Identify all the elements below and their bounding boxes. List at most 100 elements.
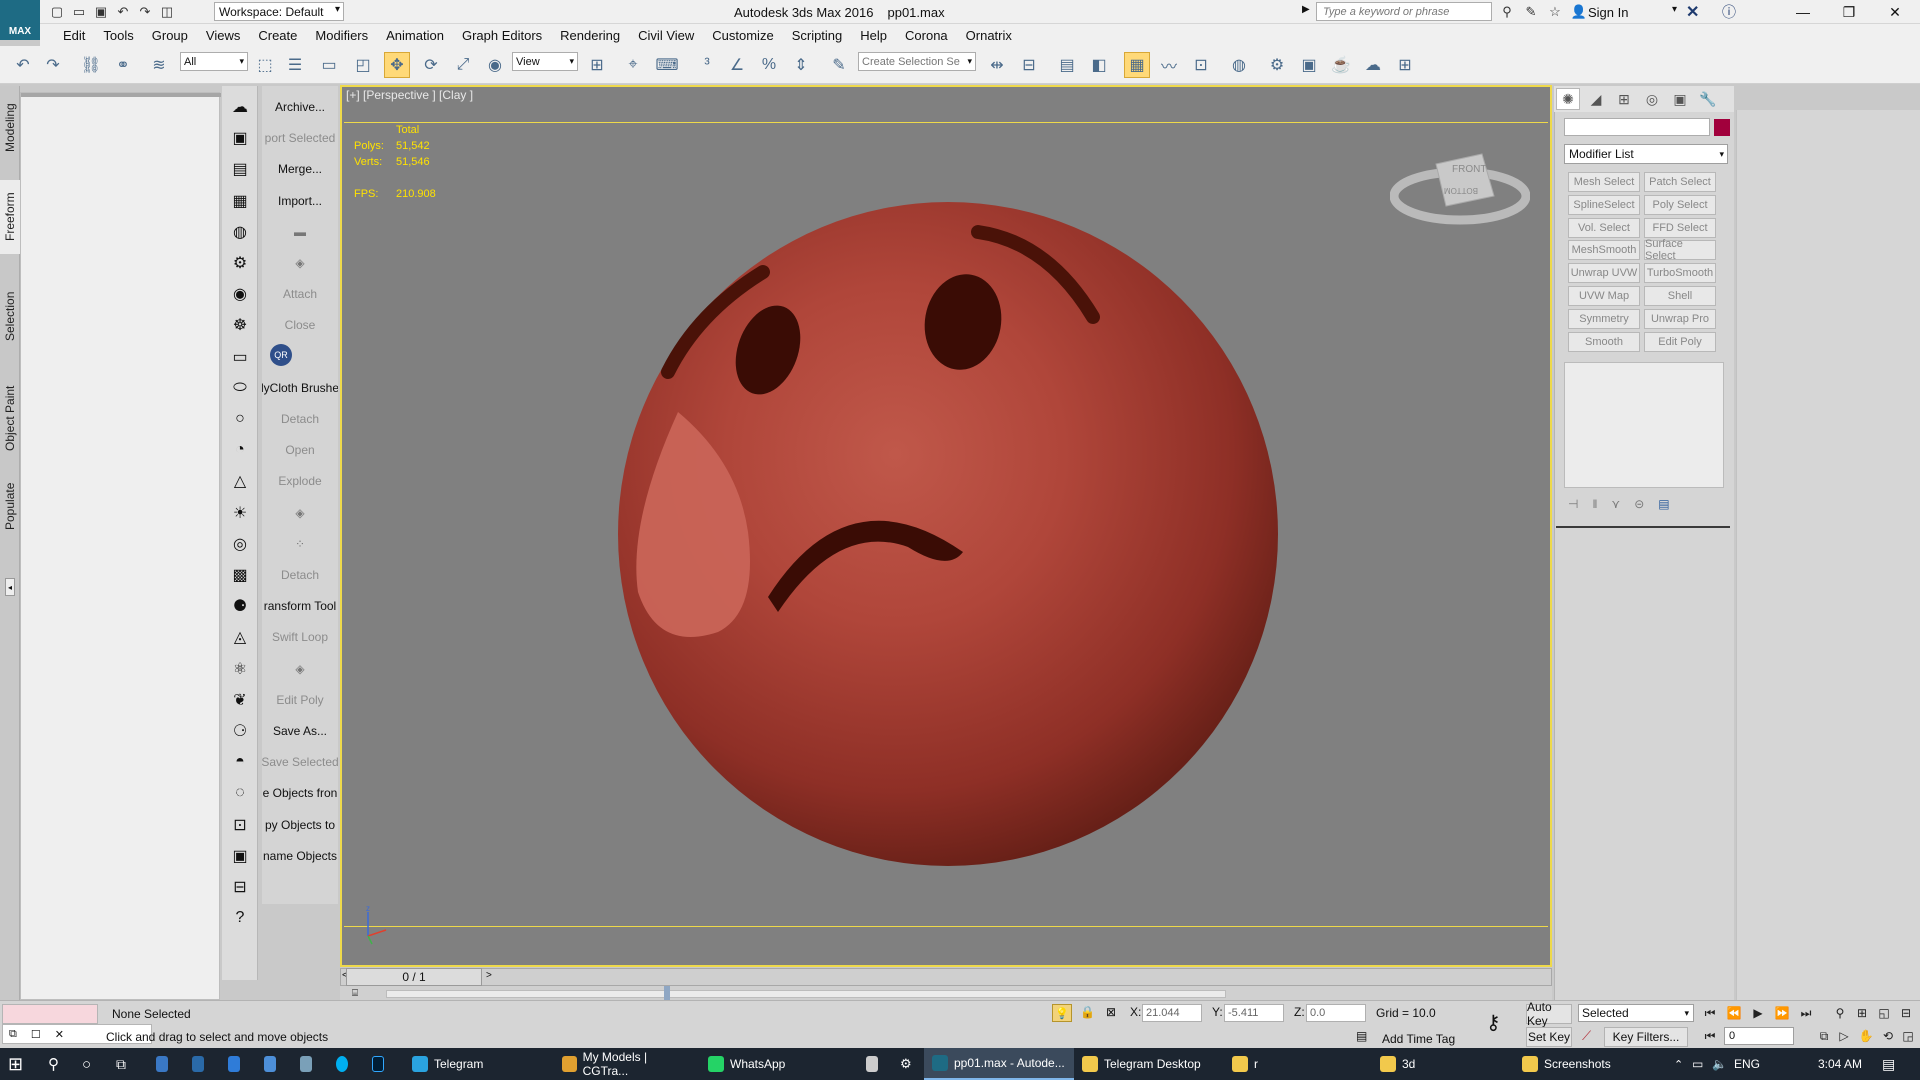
hierarchy-tab-icon[interactable]: ⊞ <box>1612 88 1636 110</box>
help-icon[interactable]: ⓘ <box>1722 2 1736 22</box>
mirror-icon[interactable]: ⇹ <box>984 52 1010 78</box>
clock[interactable]: 3:04 AM <box>1818 1048 1862 1080</box>
cortana-icon[interactable]: ○ <box>74 1048 108 1080</box>
copy-icon[interactable]: ⧉ <box>9 1028 17 1041</box>
x-coord-field[interactable]: 21.044 <box>1142 1004 1202 1022</box>
object-name-field[interactable] <box>1564 118 1710 136</box>
spinner-snap-icon[interactable]: ⇕ <box>788 52 814 78</box>
y-coord-field[interactable]: -5.411 <box>1224 1004 1284 1022</box>
set-key-button[interactable]: Set Key <box>1526 1027 1572 1047</box>
modifier-patch-select-button[interactable]: Patch Select <box>1644 172 1716 192</box>
next-frame-icon[interactable]: > <box>486 970 492 981</box>
modifier-meshsmooth-button[interactable]: MeshSmooth <box>1568 240 1640 261</box>
time-slider[interactable]: 0 / 1 <box>346 968 482 986</box>
command-py-objects-to[interactable]: py Objects to <box>262 812 338 838</box>
mesh-icon[interactable]: ▩ <box>226 562 254 588</box>
align-icon[interactable]: ⊟ <box>1016 52 1042 78</box>
render-iterative-icon[interactable]: ☁ <box>1360 52 1386 78</box>
rectangle-icon[interactable]: ▭ <box>226 344 254 370</box>
go-to-start-icon[interactable]: ⏮ <box>1700 1004 1720 1022</box>
menu-civil-view[interactable]: Civil View <box>629 28 703 43</box>
photoshop-icon[interactable] <box>364 1048 392 1080</box>
maxscript-listener-mini[interactable] <box>2 1004 98 1024</box>
taskbar-app-telegram[interactable]: Telegram <box>404 1048 544 1080</box>
modifier-vol-select-button[interactable]: Vol. Select <box>1568 217 1640 238</box>
command-detach[interactable]: Detach <box>262 406 338 432</box>
modifier-smooth-button[interactable]: Smooth <box>1568 331 1640 352</box>
panel-icon[interactable]: ⊟ <box>226 874 254 900</box>
command-archive[interactable]: Archive... <box>262 94 338 120</box>
select-manipulate-icon[interactable]: ⌖ <box>620 52 646 78</box>
key-mode-toggle-icon[interactable]: ⏮ <box>1700 1027 1720 1045</box>
command-merge[interactable]: Merge... <box>262 156 338 182</box>
scene-explorer-icon[interactable]: ▤ <box>1054 52 1080 78</box>
exchange-x-icon[interactable]: ✕ <box>1686 2 1699 22</box>
key-set-selection-dropdown[interactable]: Selected ▾ <box>1578 1004 1694 1022</box>
modifier-unwrap-uvw-button[interactable]: Unwrap UVW <box>1568 263 1640 284</box>
track-bar-frame-marker[interactable] <box>664 986 670 1000</box>
command-name-objects[interactable]: name Objects <box>262 843 338 869</box>
app-logo[interactable]: MAX <box>0 0 40 40</box>
ribbon-tab-freeform[interactable]: Freeform <box>0 180 20 254</box>
curve-editor-icon[interactable]: 〰 <box>1156 52 1182 78</box>
absolute-mode-icon[interactable]: ⊠ <box>1106 1005 1116 1019</box>
modifier-symmetry-button[interactable]: Symmetry <box>1568 308 1640 329</box>
modifier-turbosmooth-button[interactable]: TurboSmooth <box>1644 263 1716 284</box>
current-frame-field[interactable]: 0 <box>1724 1027 1794 1045</box>
material-editor-icon[interactable]: ◍ <box>1226 52 1252 78</box>
menu-views[interactable]: Views <box>197 28 249 43</box>
maximize-viewport-icon[interactable]: ◲ <box>1898 1027 1918 1045</box>
workspace-dropdown[interactable]: Workspace: Default ▾ <box>214 2 344 21</box>
command-lycloth-brushe[interactable]: lyCloth Brushe <box>262 375 338 401</box>
sign-in-link[interactable]: Sign In <box>1588 5 1628 20</box>
set-key-filter-icon[interactable]: ⚷ <box>1486 1010 1501 1035</box>
menu-modifiers[interactable]: Modifiers <box>306 28 377 43</box>
grid-icon[interactable]: ▦ <box>226 188 254 214</box>
render-setup-icon[interactable]: ⚙ <box>1264 52 1290 78</box>
command-explode[interactable]: Explode <box>262 468 338 494</box>
ribbon-tab-modeling[interactable]: Modeling <box>0 96 20 160</box>
skype-icon[interactable] <box>328 1048 356 1080</box>
modifier-splineselect-button[interactable]: SplineSelect <box>1568 194 1640 215</box>
menu-corona[interactable]: Corona <box>896 28 957 43</box>
percent-snap-icon[interactable]: % <box>756 52 782 78</box>
menu-help[interactable]: Help <box>851 28 896 43</box>
undo-icon[interactable]: ↶ <box>10 52 36 78</box>
keyboard-shortcut-toggle-icon[interactable]: ⌨ <box>654 52 680 78</box>
select-object-icon[interactable]: ⬚ <box>252 52 278 78</box>
ring-icon[interactable]: ◌ <box>226 780 254 806</box>
modify-tab-icon[interactable]: ◢ <box>1584 88 1608 110</box>
atom-icon[interactable]: ⚛ <box>226 656 254 682</box>
expand-arrow-icon[interactable]: ▶ <box>1302 4 1310 15</box>
taskbar-app-my-models-cgtra[interactable]: My Models | CGTra... <box>554 1048 694 1080</box>
image-app-icon[interactable] <box>858 1048 886 1080</box>
modifier-list-dropdown[interactable]: Modifier List ▾ <box>1564 144 1728 164</box>
command-swift-loop[interactable]: Swift Loop <box>262 624 338 650</box>
command-close[interactable]: Close <box>262 312 338 338</box>
ribbon-expand-icon[interactable]: ◂ <box>5 578 15 596</box>
pyramid-icon[interactable]: ◬ <box>226 624 254 650</box>
menu-create[interactable]: Create <box>249 28 306 43</box>
render-icon[interactable]: ▣ <box>226 125 254 151</box>
create-tab-icon[interactable]: ✺ <box>1556 88 1580 110</box>
sign-in-dropdown-icon[interactable]: ▾ <box>1672 4 1677 15</box>
leaf-icon[interactable]: ❦ <box>226 687 254 713</box>
film-icon[interactable]: ☸ <box>226 312 254 338</box>
named-selection-set-dropdown[interactable]: Create Selection Se ▾ <box>858 52 976 71</box>
modifier-poly-select-button[interactable]: Poly Select <box>1644 194 1716 215</box>
taskbar-app-whatsapp[interactable]: WhatsApp <box>700 1048 850 1080</box>
zoom-all-icon[interactable]: ⊞ <box>1852 1004 1872 1022</box>
action-center-icon[interactable]: ▤ <box>1874 1048 1903 1080</box>
bind-spacewarp-icon[interactable]: ≋ <box>146 52 172 78</box>
menu-customize[interactable]: Customize <box>703 28 782 43</box>
spiral-icon[interactable]: ⚆ <box>226 718 254 744</box>
menu-animation[interactable]: Animation <box>377 28 453 43</box>
motion-tab-icon[interactable]: ◎ <box>1640 88 1664 110</box>
close-icon[interactable]: ✕ <box>1872 0 1918 24</box>
taskbar-app-r[interactable]: r <box>1224 1048 1364 1080</box>
command-port-selected[interactable]: port Selected <box>262 125 338 151</box>
render-production-icon[interactable]: ☕ <box>1328 52 1354 78</box>
command-tool-icon[interactable]: ◈ <box>262 250 338 276</box>
mini-curve-editor-icon[interactable]: ⌸ <box>352 988 358 999</box>
select-by-name-icon[interactable]: ☰ <box>282 52 308 78</box>
